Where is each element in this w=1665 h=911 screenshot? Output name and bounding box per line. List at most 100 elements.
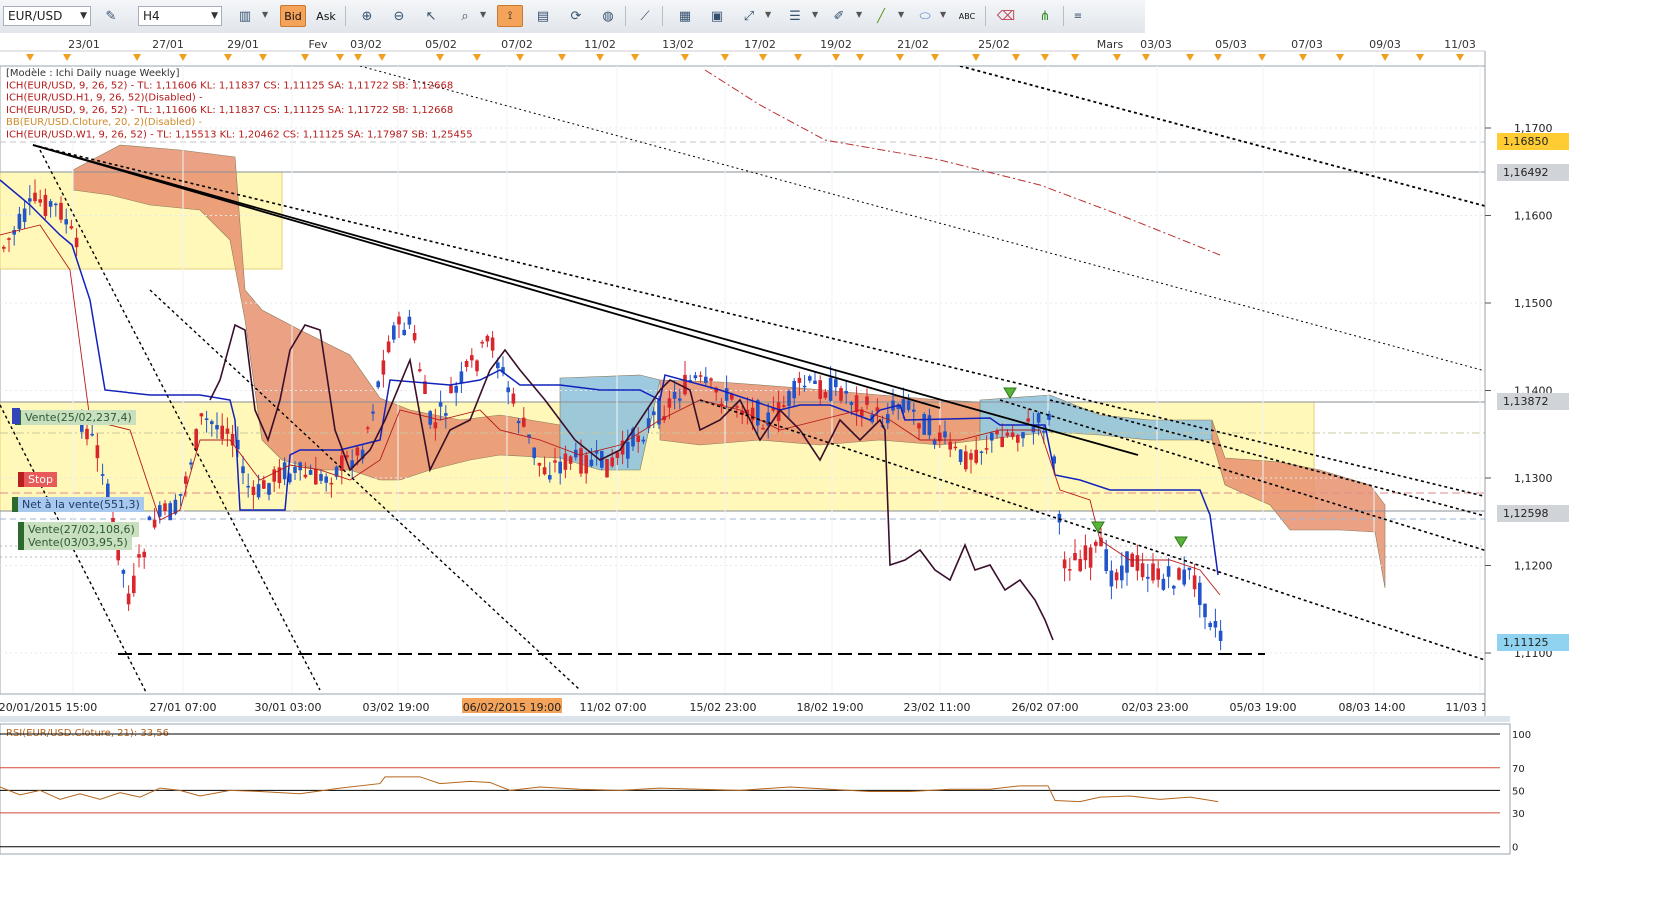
candle xyxy=(761,428,765,430)
candle xyxy=(132,575,136,594)
date-marker-icon xyxy=(1142,54,1150,61)
candle xyxy=(984,448,989,450)
stop-order-label[interactable]: Stop xyxy=(18,472,58,487)
candle xyxy=(813,380,817,384)
candle xyxy=(709,378,713,381)
candle xyxy=(1125,551,1129,573)
top-date-label: 09/03 xyxy=(1369,38,1401,51)
candle xyxy=(433,422,438,429)
price-tick-label: 1,1500 xyxy=(1514,297,1553,310)
candle xyxy=(1073,553,1077,561)
candle xyxy=(1208,622,1212,628)
top-date-label: Mars xyxy=(1097,38,1124,51)
candle xyxy=(7,238,11,240)
candle xyxy=(579,448,583,474)
date-marker-icon xyxy=(832,54,840,61)
candle xyxy=(412,333,417,341)
candle xyxy=(943,431,947,438)
date-marker-icon xyxy=(1381,54,1389,61)
candle xyxy=(386,341,391,353)
candle xyxy=(262,480,266,489)
candle xyxy=(59,202,63,220)
candle xyxy=(38,199,42,203)
date-marker-icon xyxy=(1299,54,1307,61)
date-marker-icon xyxy=(1071,54,1079,61)
candle xyxy=(381,360,386,375)
candle xyxy=(1083,545,1088,561)
candle xyxy=(553,460,557,463)
bottom-date-label: 05/03 19:00 xyxy=(1230,701,1297,714)
date-marker-icon xyxy=(931,54,939,61)
candle xyxy=(454,385,458,393)
candle xyxy=(563,453,568,470)
candle xyxy=(516,420,521,424)
date-marker-icon xyxy=(1214,54,1222,61)
candle xyxy=(974,449,978,463)
top-date-label: 25/02 xyxy=(978,38,1010,51)
candle xyxy=(100,474,105,476)
rsi-level-label: 50 xyxy=(1512,786,1525,797)
candle xyxy=(1036,413,1041,423)
candle xyxy=(485,335,490,342)
candle xyxy=(2,246,6,249)
legend-line: ICH(EUR/USD, 9, 26, 52) - TL: 1,11606 KL… xyxy=(6,105,453,116)
candle xyxy=(267,483,271,495)
candle xyxy=(979,451,984,453)
candle xyxy=(802,385,807,388)
candle xyxy=(636,435,640,443)
candle xyxy=(558,461,562,474)
candle xyxy=(444,413,448,416)
candle xyxy=(823,392,828,398)
date-marker-icon xyxy=(721,54,729,61)
candle xyxy=(953,446,958,449)
date-marker-icon xyxy=(1336,54,1344,61)
candle xyxy=(792,380,796,399)
price-label: 1,12598 xyxy=(1497,504,1569,522)
candle xyxy=(906,400,911,410)
candle xyxy=(828,377,833,401)
candle xyxy=(1114,572,1119,581)
candle xyxy=(537,462,542,466)
top-date-label: 05/03 xyxy=(1215,38,1247,51)
candle xyxy=(1120,565,1124,581)
candle xyxy=(849,402,854,405)
date-marker-icon xyxy=(558,54,566,61)
price-chart[interactable]: 23/01 27/01 29/01 Fev 03/02 05/02 07/02 11/02 13… xyxy=(0,0,1665,911)
date-marker-icon xyxy=(1012,54,1020,61)
candle xyxy=(22,208,27,222)
candle xyxy=(782,405,786,407)
sell-order-label[interactable]: Vente(25/02,237,4) xyxy=(15,410,136,425)
candle xyxy=(225,428,230,434)
candle xyxy=(90,433,94,436)
top-date-label: 11/03 xyxy=(1444,38,1476,51)
candle xyxy=(818,380,822,399)
candle xyxy=(1203,603,1207,618)
candle xyxy=(756,400,760,426)
candle xyxy=(95,445,100,459)
sell-order-label[interactable]: Vente(03/03,95,5) xyxy=(18,535,132,550)
candle xyxy=(1151,563,1155,581)
candle xyxy=(1187,567,1192,571)
rsi-level-label: 0 xyxy=(1512,843,1518,854)
candle xyxy=(366,427,370,429)
candle xyxy=(85,428,89,440)
candle xyxy=(272,469,276,482)
net-position-label[interactable]: Net à la vente(551,3) xyxy=(12,497,144,512)
candle xyxy=(168,503,172,521)
rsi-level-label: 30 xyxy=(1512,809,1525,820)
top-date-label: 11/02 xyxy=(584,38,616,51)
candle xyxy=(995,431,999,435)
candle xyxy=(215,425,219,430)
date-marker-icon xyxy=(1186,54,1194,61)
candle xyxy=(1078,558,1082,572)
candle xyxy=(672,391,677,399)
date-marker-icon xyxy=(26,54,34,61)
date-marker-icon xyxy=(1416,54,1424,61)
date-marker-icon xyxy=(378,54,386,61)
candle xyxy=(1094,541,1098,546)
candle xyxy=(1005,432,1010,436)
price-tick-label: 1,1200 xyxy=(1514,560,1553,573)
candle xyxy=(371,411,375,414)
candle xyxy=(698,375,703,377)
candle xyxy=(241,466,245,474)
